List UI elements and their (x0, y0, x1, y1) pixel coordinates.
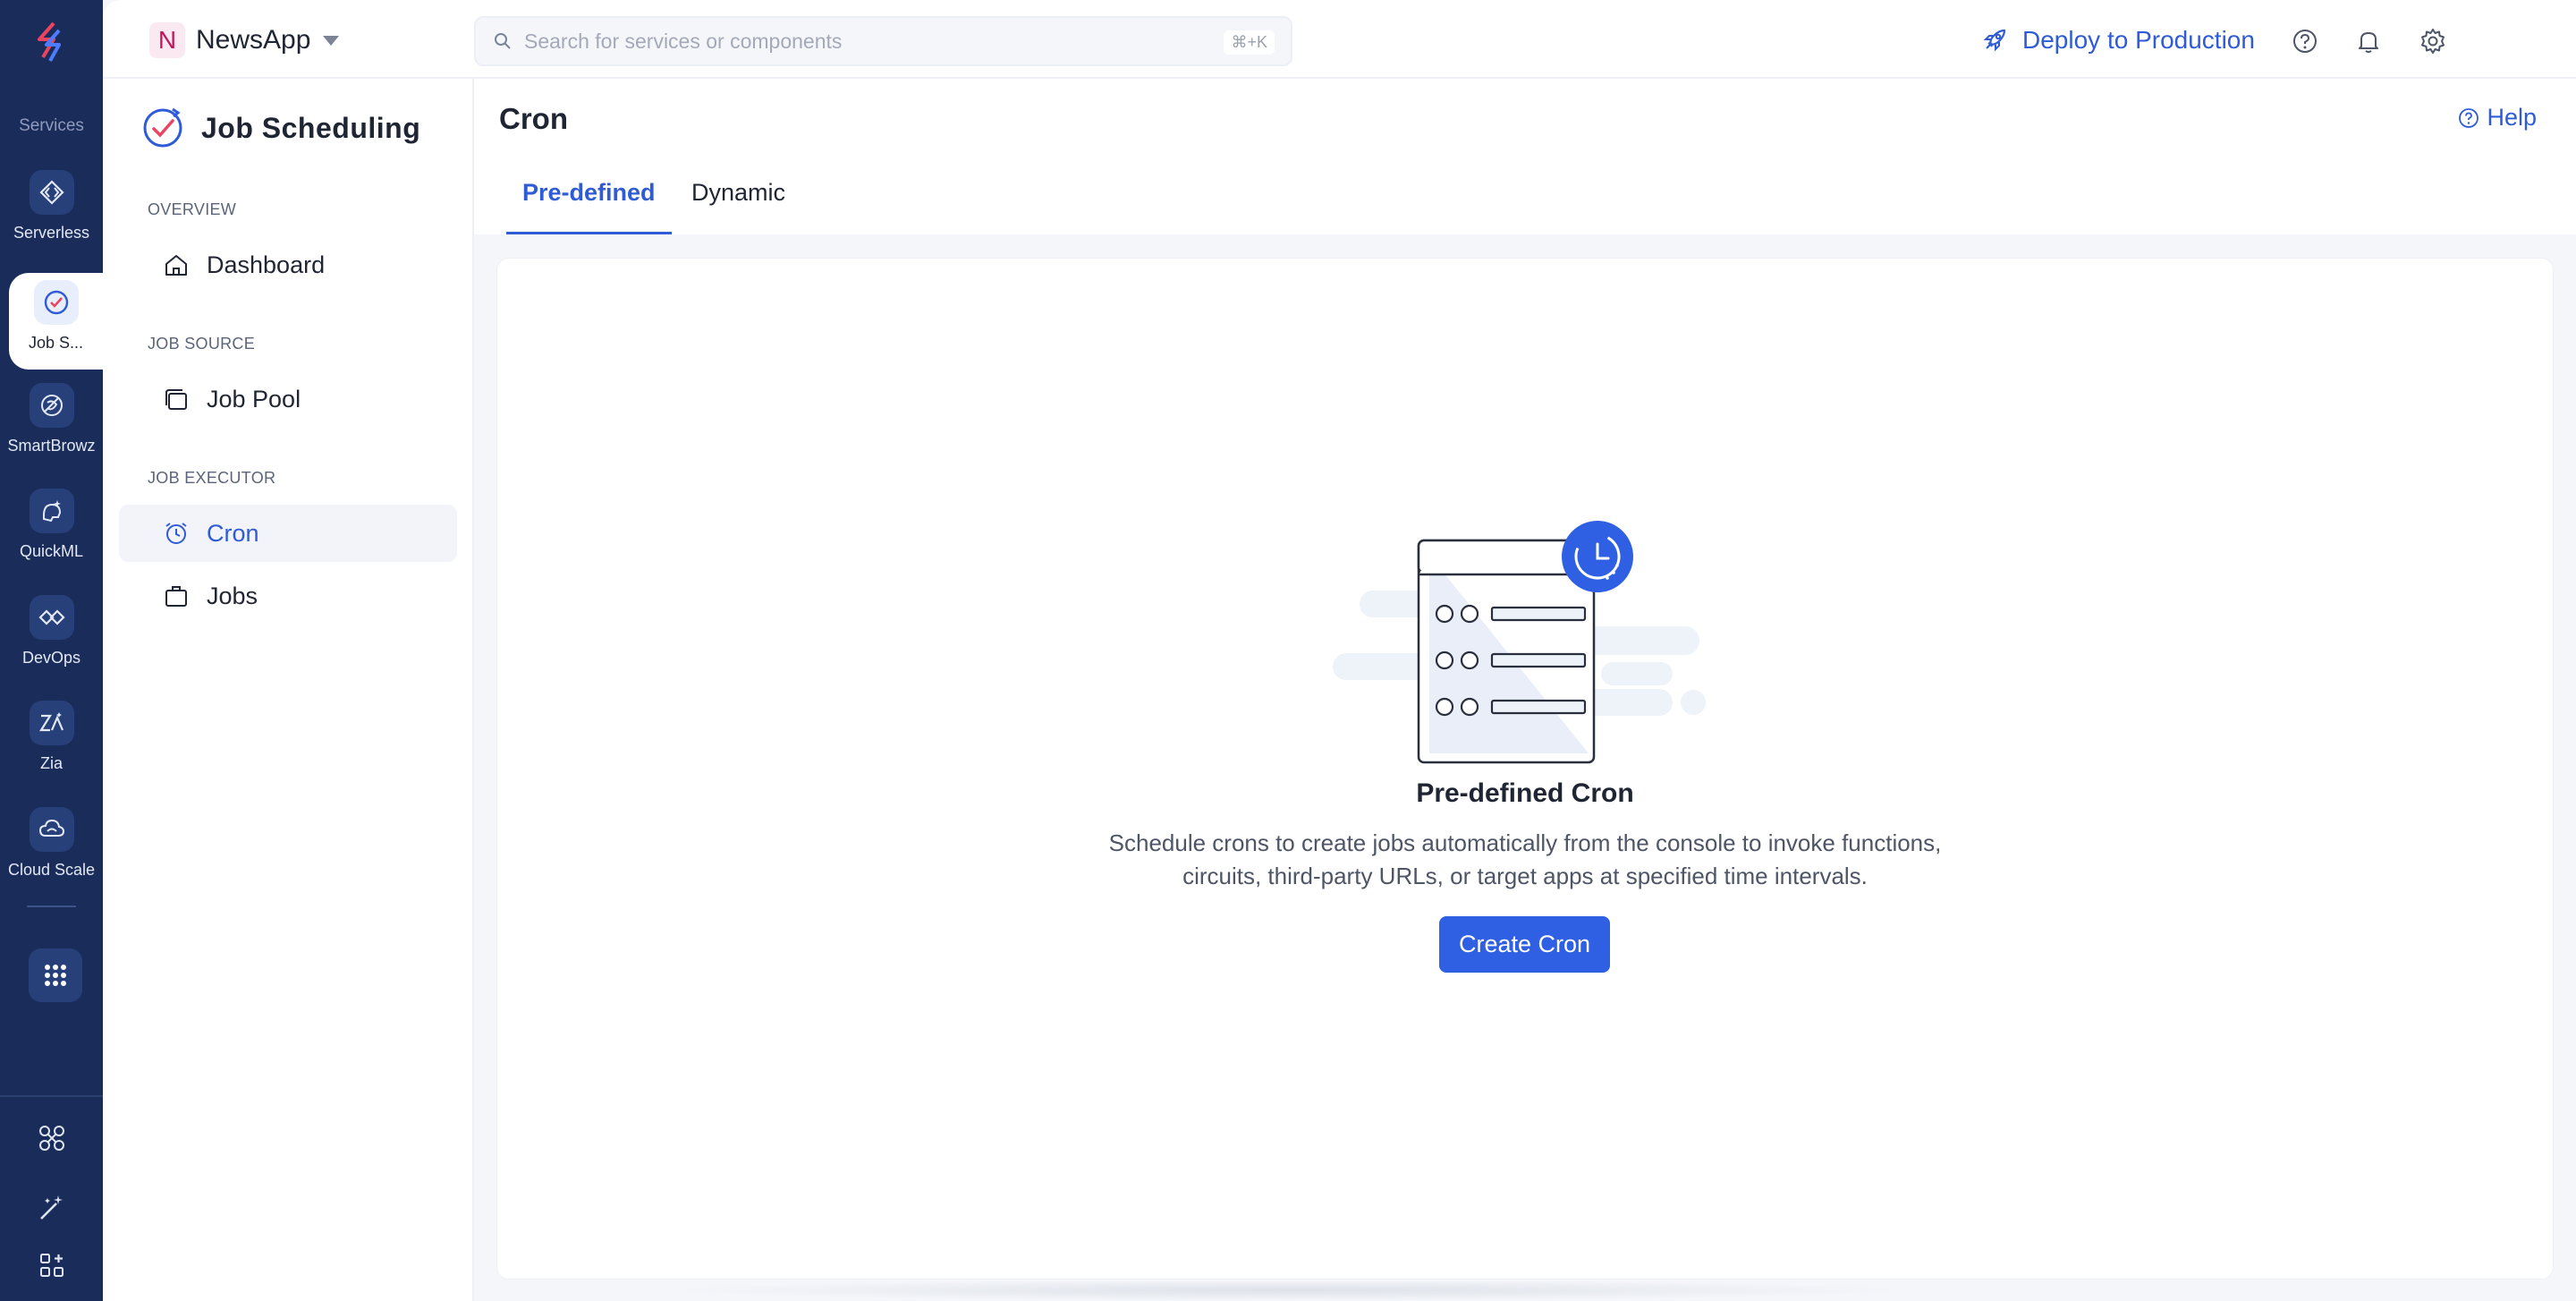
page-title: Cron (499, 102, 568, 135)
project-switcher[interactable]: N NewsApp (149, 21, 340, 59)
sidebar-item-cron[interactable]: Cron (119, 505, 457, 562)
help-link[interactable]: Help (2458, 104, 2537, 132)
devops-icon (29, 595, 74, 640)
rail-item-smartbrowz[interactable]: SmartBrowz (0, 383, 103, 481)
serverless-icon (29, 170, 74, 215)
search-input[interactable] (524, 29, 1204, 54)
help-label: Help (2487, 104, 2537, 131)
job-scheduling-icon (33, 280, 79, 325)
notifications-button[interactable] (2351, 23, 2386, 59)
settings-button[interactable] (2415, 23, 2451, 59)
sidebar-item-dashboard[interactable]: Dashboard (119, 236, 457, 293)
widgets-plus-icon (40, 1254, 64, 1277)
sidebar-item-jobs[interactable]: Jobs (119, 567, 457, 625)
caret-down-icon (323, 35, 340, 46)
empty-state-description-line: Schedule crons to create jobs automatica… (1108, 829, 1942, 856)
rail-bottom-separator (0, 1095, 103, 1097)
cron-empty-illustration (1333, 521, 1706, 764)
section-label-overview: OVERVIEW (148, 200, 237, 218)
service-title: Job Scheduling (140, 106, 420, 150)
job-scheduling-icon (143, 107, 182, 148)
home-icon (165, 255, 187, 276)
bell-icon (2359, 32, 2378, 53)
sidebar-item-job-pool[interactable]: Job Pool (119, 370, 457, 428)
empty-state-description-line: circuits, third-party URLs, or target ap… (1182, 863, 1868, 889)
service-title-text: Job Scheduling (201, 111, 421, 144)
rail-item-label: Serverless (13, 224, 90, 242)
magic-wand-icon (40, 1195, 63, 1220)
rail-item-serverless[interactable]: Serverless (0, 170, 103, 268)
apps-grid-icon (45, 965, 66, 986)
help-circle-icon (2293, 30, 2317, 53)
catalyst-logo-icon[interactable] (27, 18, 77, 68)
sidebar-item-label: Dashboard (207, 251, 326, 278)
rail-item-label: SmartBrowz (7, 437, 96, 455)
rail-item-label: Job S... (28, 334, 84, 352)
job-pool-icon (165, 389, 187, 410)
empty-state-title: Pre-defined Cron (1416, 778, 1634, 808)
rail-section-label: Services (19, 116, 84, 135)
help-circle-icon (2459, 107, 2479, 128)
rail-item-zia[interactable]: Zia (0, 701, 103, 799)
project-badge: N (149, 22, 185, 58)
rail-item-label: Cloud Scale (7, 861, 96, 879)
integrations-icon (39, 1126, 64, 1151)
page-header: Cron Help Pre-defined Dynamic (474, 79, 2576, 234)
service-rail: Services Serverless Job S... SmartBrowz … (0, 0, 103, 1301)
create-cron-button[interactable]: Create Cron (1439, 916, 1610, 973)
rail-item-cloud-scale[interactable]: Cloud Scale (0, 807, 103, 906)
section-label-job-source: JOB SOURCE (148, 335, 256, 353)
rail-item-devops[interactable]: DevOps (0, 595, 103, 693)
smartbrowz-icon (29, 383, 74, 428)
deploy-to-production-button[interactable]: Deploy to Production (1981, 21, 2255, 59)
magic-wand-button[interactable] (34, 1190, 70, 1226)
sidebar-item-label: Job Pool (207, 385, 301, 412)
top-bar: N NewsApp ⌘+K Deploy to Production (103, 0, 2576, 79)
quickml-icon (29, 489, 74, 533)
zia-icon (29, 701, 74, 745)
integrations-button[interactable] (34, 1120, 70, 1156)
bottom-shadow (662, 1280, 1914, 1301)
deploy-label: Deploy to Production (2022, 26, 2255, 54)
sidebar-item-label: Cron (207, 519, 259, 547)
add-widget-button[interactable] (34, 1247, 70, 1283)
all-services-button[interactable] (29, 948, 82, 1002)
tab-dynamic[interactable]: Dynamic (675, 179, 801, 234)
global-search[interactable]: ⌘+K (474, 16, 1292, 66)
empty-state-description: Schedule crons to create jobs automatica… (984, 827, 2066, 893)
help-center-button[interactable] (2287, 23, 2323, 59)
rocket-icon (1983, 29, 2006, 52)
search-icon (495, 33, 511, 49)
cloud-scale-icon (29, 807, 74, 852)
rail-item-label: QuickML (19, 542, 83, 560)
search-shortcut-hint: ⌘+K (1224, 30, 1275, 55)
rail-item-label: DevOps (21, 649, 81, 667)
rail-item-quickml[interactable]: QuickML (0, 489, 103, 587)
briefcase-icon (165, 586, 187, 607)
alarm-clock-icon (165, 523, 187, 544)
section-label-job-executor: JOB EXECUTOR (148, 469, 276, 487)
gear-icon (2421, 29, 2445, 54)
rail-item-label: Zia (39, 754, 63, 772)
tab-pre-defined[interactable]: Pre-defined (506, 179, 672, 234)
sidebar-item-label: Jobs (207, 582, 258, 609)
service-sidebar: Job Scheduling OVERVIEW Dashboard JOB SO… (103, 79, 474, 1301)
rail-item-job-scheduling[interactable]: Job S... (9, 273, 103, 370)
rail-divider (27, 906, 76, 907)
project-name: NewsApp (196, 25, 311, 55)
